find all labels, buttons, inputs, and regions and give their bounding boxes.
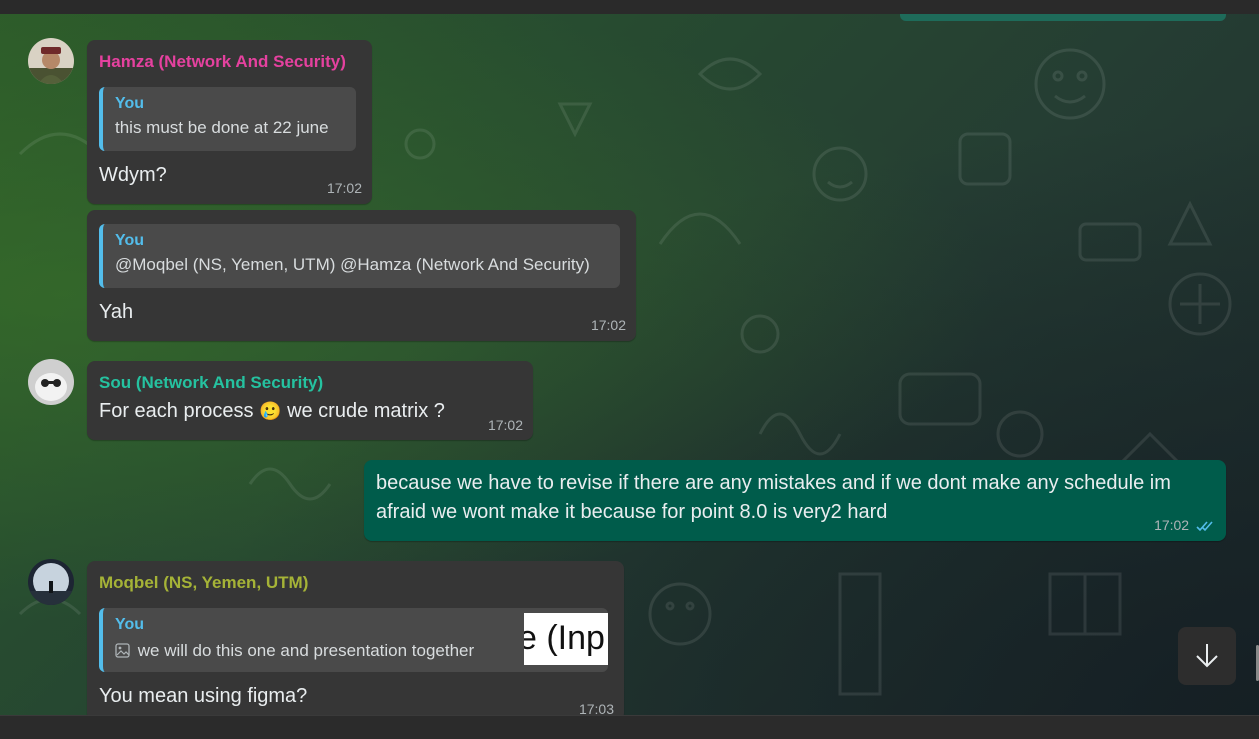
quoted-message[interactable]: You @Moqbel (NS, Yemen, UTM) @Hamza (Net… — [99, 224, 620, 288]
message-text-part: For each process — [99, 400, 254, 422]
message-text-part: we crude matrix ? — [287, 400, 445, 422]
quoted-image-thumbnail: e (Inp — [524, 613, 608, 665]
quoted-message[interactable]: You we will do this one and presentation… — [99, 608, 608, 672]
read-double-check-icon — [1196, 521, 1213, 531]
quoted-author: You — [115, 95, 145, 112]
message-text: Wdym? — [99, 164, 167, 186]
quoted-author: You — [115, 232, 145, 249]
avatar[interactable] — [28, 38, 74, 84]
quoted-text-content: we will do this one and presentation tog… — [137, 641, 475, 660]
avatar[interactable] — [28, 559, 74, 605]
quoted-text: @Moqbel (NS, Yemen, UTM) @Hamza (Network… — [115, 255, 590, 274]
previous-message-edge — [900, 14, 1226, 21]
message-text: You mean using figma? — [99, 685, 308, 707]
quoted-message[interactable]: You this must be done at 22 june — [99, 87, 356, 151]
message-time: 17:02 — [326, 180, 362, 196]
sender-name[interactable]: Sou (Network And Security) — [99, 373, 323, 393]
avatar-image — [28, 359, 74, 405]
message-bubble[interactable]: Moqbel (NS, Yemen, UTM) You we will do t… — [87, 561, 624, 721]
outgoing-message-bubble[interactable]: because we have to revise if there are a… — [364, 460, 1226, 541]
message-time: 17:02 — [487, 417, 523, 433]
quoted-text: we will do this one and presentation tog… — [115, 641, 474, 661]
message-time: 17:02 — [590, 317, 626, 333]
message-text: For each process 🥲 we crude matrix ? — [99, 400, 445, 423]
emoji: 🥲 — [259, 401, 282, 422]
image-icon — [115, 643, 130, 658]
avatar-image — [28, 559, 74, 605]
arrow-down-icon — [1196, 644, 1218, 668]
message-time-text: 17:02 — [1154, 517, 1190, 533]
quoted-author: You — [115, 616, 145, 633]
message-bubble[interactable]: You @Moqbel (NS, Yemen, UTM) @Hamza (Net… — [87, 210, 636, 341]
scroll-to-bottom-button[interactable] — [1178, 627, 1236, 685]
avatar-image — [28, 38, 74, 84]
message-bubble[interactable]: Sou (Network And Security) For each proc… — [87, 361, 533, 440]
sender-name[interactable]: Hamza (Network And Security) — [99, 52, 346, 72]
thumbnail-text: e (Inp — [524, 619, 605, 657]
message-text-line: afraid we wont make it because for point… — [376, 501, 888, 523]
message-text-line: because we have to revise if there are a… — [376, 472, 1171, 494]
composer-bar-edge — [0, 715, 1259, 739]
message-bubble[interactable]: Hamza (Network And Security) You this mu… — [87, 40, 372, 204]
sender-name[interactable]: Moqbel (NS, Yemen, UTM) — [99, 573, 308, 593]
window-top-bar — [0, 0, 1259, 14]
quoted-text: this must be done at 22 june — [115, 118, 329, 137]
avatar[interactable] — [28, 359, 74, 405]
message-time: 17:02 — [1154, 517, 1214, 533]
message-text: Yah — [99, 301, 134, 323]
